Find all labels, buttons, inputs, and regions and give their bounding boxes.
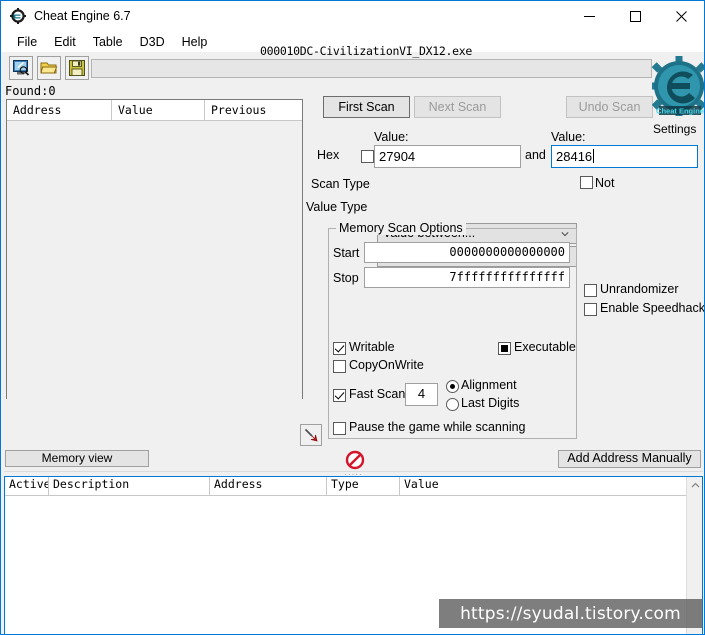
menu-edit[interactable]: Edit	[46, 33, 85, 51]
alignment-label: Alignment	[461, 378, 517, 392]
stop-address-input[interactable]: 7fffffffffffffff	[364, 267, 570, 288]
cheat-table-header: Active Description Address Type Value	[5, 477, 702, 496]
start-label: Start	[333, 246, 360, 260]
writable-label: Writable	[349, 340, 395, 354]
and-label: and	[525, 148, 546, 162]
svg-text:Cheat Engine: Cheat Engine	[656, 106, 704, 115]
menu-file[interactable]: File	[9, 33, 46, 51]
enable-speedhack-checkbox[interactable]	[584, 303, 597, 316]
process-select-icon	[13, 60, 30, 76]
scan-type-label: Scan Type	[311, 177, 370, 191]
last-digits-radio[interactable]	[446, 398, 459, 411]
unrandomizer-checkbox[interactable]	[584, 284, 597, 297]
close-icon	[675, 10, 687, 22]
text-caret	[593, 149, 595, 163]
open-process-button[interactable]	[9, 56, 33, 80]
first-scan-button[interactable]: First Scan	[323, 96, 410, 118]
minimize-icon	[583, 15, 595, 17]
hex-label: Hex	[317, 148, 340, 162]
start-address-input[interactable]: 0000000000000000	[364, 242, 570, 263]
fast-scan-value-input[interactable]: 4	[405, 383, 438, 406]
floppy-save-icon	[69, 60, 85, 76]
not-checkbox[interactable]	[580, 176, 593, 189]
cheat-engine-logo[interactable]: Cheat Engine	[649, 54, 704, 124]
title-bar: Cheat Engine 6.7	[1, 1, 704, 31]
column-header-description[interactable]: Description	[49, 477, 210, 495]
writable-checkbox[interactable]	[333, 342, 346, 355]
not-label: Not	[595, 176, 615, 190]
alignment-radio[interactable]	[446, 380, 459, 393]
column-header-previous[interactable]: Previous	[205, 100, 302, 120]
toolbar: 000010DC-CivilizationVI_DX12.exe	[6, 44, 701, 82]
settings-label[interactable]: Settings	[653, 122, 696, 136]
scan-results-body[interactable]	[7, 121, 302, 399]
copyonwrite-label: CopyOnWrite	[349, 358, 424, 372]
stop-label: Stop	[333, 271, 359, 285]
column-header-address[interactable]: Address	[7, 100, 112, 120]
column-header-value[interactable]: Value	[400, 477, 685, 495]
save-file-button[interactable]	[65, 56, 89, 80]
memory-view-button[interactable]: Memory view	[5, 450, 149, 467]
executable-label: Executable	[514, 340, 576, 354]
last-digits-label: Last Digits	[461, 396, 520, 410]
menu-table[interactable]: Table	[85, 33, 132, 51]
scan-results-header: Address Value Previous	[7, 100, 302, 121]
next-scan-button: Next Scan	[414, 96, 501, 118]
close-button[interactable]	[658, 1, 704, 31]
value2-input-text: 28416	[556, 149, 593, 164]
unrandomizer-label: Unrandomizer	[600, 282, 679, 296]
stop-scan-button[interactable]	[345, 450, 365, 470]
minimize-button[interactable]	[566, 1, 612, 31]
cheat-engine-window: Cheat Engine 6.7 File Edit Table D3D Hel…	[0, 0, 705, 635]
scroll-up-button[interactable]	[687, 477, 703, 494]
value1-input[interactable]: 27904	[374, 145, 521, 168]
window-controls	[566, 1, 704, 31]
attached-process-title: 000010DC-CivilizationVI_DX12.exe	[260, 44, 472, 58]
found-count-label: Found:0	[5, 84, 56, 98]
pointer-scan-button[interactable]	[300, 424, 322, 446]
pause-game-checkbox[interactable]	[333, 422, 346, 435]
fast-scan-label: Fast Scan	[349, 387, 406, 401]
fast-scan-checkbox[interactable]	[333, 389, 346, 402]
cheat-engine-icon	[10, 8, 26, 24]
column-header-type[interactable]: Type	[327, 477, 400, 495]
maximize-icon	[629, 10, 641, 22]
executable-checkbox[interactable]	[498, 342, 511, 355]
watermark-overlay: https://syudal.tistory.com	[439, 599, 702, 628]
open-file-button[interactable]	[37, 56, 61, 80]
client-area: 000010DC-CivilizationVI_DX12.exe Found:0…	[2, 44, 705, 634]
column-header-value[interactable]: Value	[112, 100, 205, 120]
chevron-up-icon	[691, 482, 699, 488]
value2-label: Value:	[551, 130, 586, 144]
window-title: Cheat Engine 6.7	[34, 9, 131, 23]
red-stop-circle-icon	[345, 450, 365, 470]
copyonwrite-checkbox[interactable]	[333, 360, 346, 373]
add-address-manually-button[interactable]: Add Address Manually	[558, 450, 701, 468]
column-header-address[interactable]: Address	[210, 477, 327, 495]
undo-scan-button: Undo Scan	[566, 96, 653, 118]
menu-d3d[interactable]: D3D	[132, 33, 174, 51]
cheat-engine-gear-e-icon: Cheat Engine	[649, 56, 704, 116]
column-header-active[interactable]: Active	[5, 477, 49, 495]
value2-input[interactable]: 28416	[551, 145, 698, 168]
enable-speedhack-label: Enable Speedhack	[600, 301, 705, 315]
memory-scan-options-title: Memory Scan Options	[336, 221, 466, 235]
value1-label: Value:	[374, 130, 409, 144]
scan-results-list[interactable]: Address Value Previous	[6, 99, 303, 399]
maximize-button[interactable]	[612, 1, 658, 31]
value-type-label: Value Type	[306, 200, 368, 214]
folder-open-icon	[40, 62, 58, 74]
hex-checkbox[interactable]	[361, 150, 374, 163]
red-arrow-pointer-icon	[304, 428, 318, 442]
scan-progress-bar	[91, 59, 652, 78]
pause-game-label: Pause the game while scanning	[349, 420, 526, 434]
